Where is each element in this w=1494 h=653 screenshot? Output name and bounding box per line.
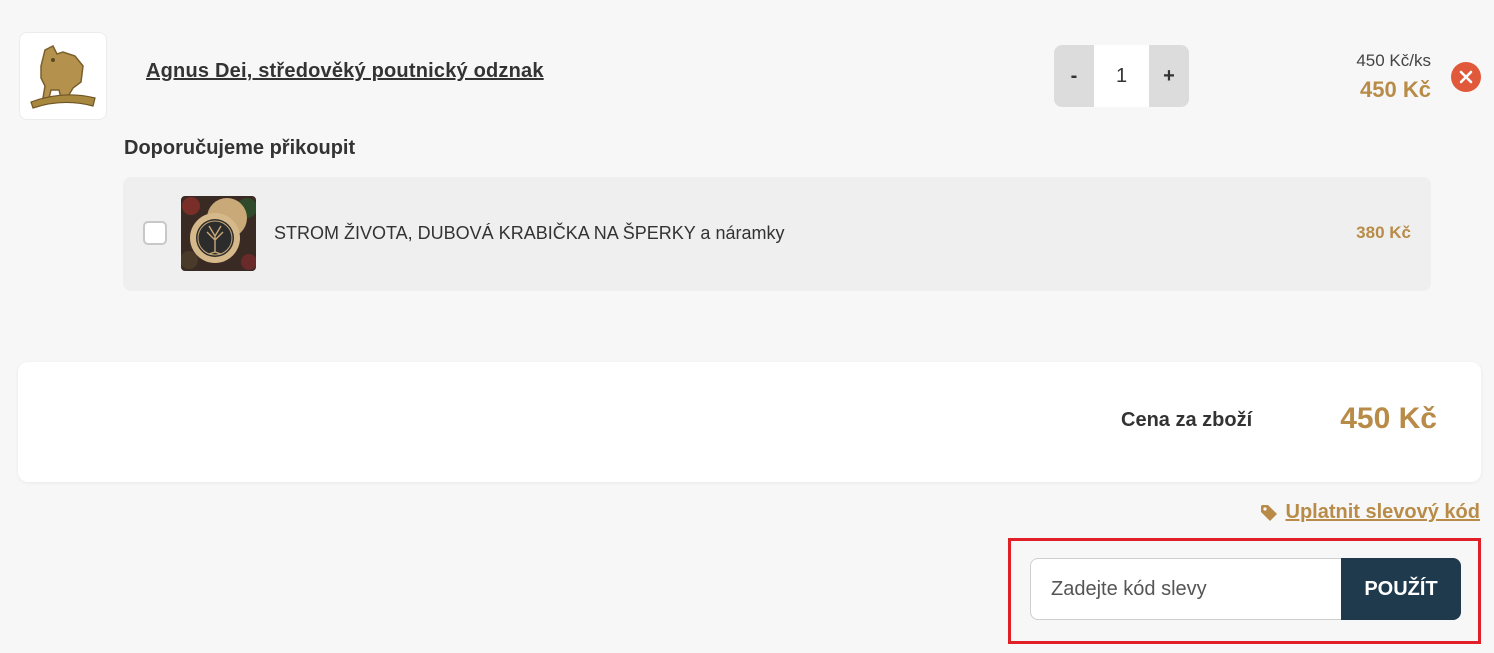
recommendations-heading: Doporučujeme přikoupit: [124, 137, 356, 159]
discount-code-input[interactable]: [1030, 558, 1342, 620]
recommendation-checkbox[interactable]: [143, 221, 167, 245]
increase-quantity-button[interactable]: +: [1149, 45, 1189, 107]
recommendation-name[interactable]: STROM ŽIVOTA, DUBOVÁ KRABIČKA NA ŠPERKY …: [274, 223, 784, 244]
line-total-price: 450 Kč: [1360, 77, 1431, 102]
goods-price-label: Cena za zboží: [1121, 409, 1253, 431]
lamb-badge-icon: [30, 44, 96, 109]
unit-price: 450 Kč/ks: [1356, 51, 1431, 70]
product-name-link[interactable]: Agnus Dei, středověký poutnický odznak: [146, 60, 544, 83]
apply-discount-link[interactable]: Uplatnit slevový kód: [1260, 501, 1481, 524]
tag-icon: [1260, 504, 1277, 521]
recommendation-image[interactable]: [181, 196, 256, 271]
tree-of-life-box-icon: [181, 196, 256, 271]
remove-item-button[interactable]: [1451, 62, 1481, 92]
quantity-value[interactable]: 1: [1094, 45, 1149, 107]
apply-discount-button[interactable]: POUŽÍT: [1341, 558, 1461, 620]
recommendation-price: 380 Kč: [1356, 223, 1411, 242]
price-summary: Cena za zboží 450 Kč: [18, 362, 1481, 482]
goods-price-value: 450 Kč: [1340, 402, 1437, 435]
product-image[interactable]: [19, 32, 107, 120]
cart-page: Agnus Dei, středověký poutnický odznak -…: [0, 0, 1494, 653]
close-icon: [1459, 70, 1473, 84]
decrease-quantity-button[interactable]: -: [1054, 45, 1094, 107]
quantity-stepper: - 1 +: [1054, 45, 1189, 107]
recommendation-item: STROM ŽIVOTA, DUBOVÁ KRABIČKA NA ŠPERKY …: [123, 177, 1431, 291]
apply-discount-link-label: Uplatnit slevový kód: [1285, 501, 1481, 523]
